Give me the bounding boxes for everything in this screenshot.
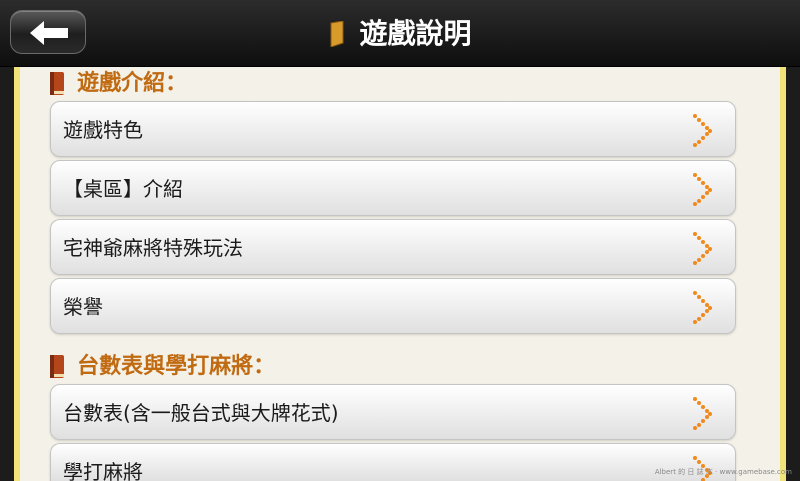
section-label: 遊戲介紹： <box>77 70 188 96</box>
section-header-intro: 遊戲介紹： <box>48 67 187 99</box>
list-item-table-zones[interactable]: 【桌區】介紹 <box>50 160 736 216</box>
list-item-label: 榮譽 <box>63 295 103 319</box>
section-header-scoring: 台數表與學打麻將： <box>48 350 275 382</box>
book-icon <box>330 20 344 47</box>
watermark: Albert 的 日 誌 本 · www.gamebase.com <box>654 468 792 476</box>
chevron-right-icon <box>693 232 712 265</box>
list-item-scoring-table[interactable]: 台數表(含一般台式與大牌花式) <box>50 384 736 440</box>
chevron-right-icon <box>693 173 712 206</box>
list-item-features[interactable]: 遊戲特色 <box>50 101 736 157</box>
book-icon <box>50 354 64 378</box>
chevron-right-icon <box>693 114 712 147</box>
list-item-label: 宅神爺麻將特殊玩法 <box>63 236 243 260</box>
list-item-honors[interactable]: 榮譽 <box>50 278 736 334</box>
list-item-learn-mahjong[interactable]: 學打麻將 <box>50 443 736 481</box>
list-item-label: 學打麻將 <box>63 460 143 481</box>
page-title: 遊戲說明 <box>359 16 472 50</box>
chevron-right-icon <box>693 397 712 430</box>
list-item-special-rules[interactable]: 宅神爺麻將特殊玩法 <box>50 219 736 275</box>
list-item-label: 遊戲特色 <box>63 118 143 142</box>
chevron-right-icon <box>693 291 712 324</box>
title-container: 遊戲說明 <box>0 0 800 66</box>
book-icon <box>50 71 64 95</box>
list-item-label: 台數表(含一般台式與大牌花式) <box>63 401 339 425</box>
title-bar: 遊戲說明 <box>0 0 800 67</box>
section-label: 台數表與學打麻將： <box>77 353 276 379</box>
app-window: 遊戲說明 遊戲介紹： 遊戲特色 【桌區】介紹 宅神爺麻將特殊玩法 榮譽 台數表與… <box>0 0 800 481</box>
list-item-label: 【桌區】介紹 <box>63 177 183 201</box>
